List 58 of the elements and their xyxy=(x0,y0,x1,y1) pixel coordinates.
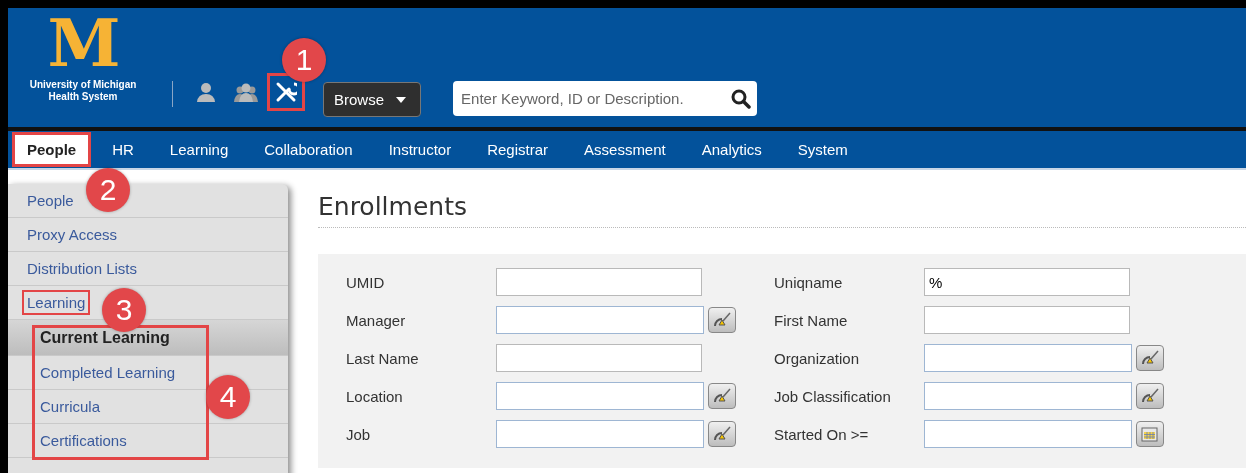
nav-tab[interactable]: Instructor xyxy=(373,132,467,167)
nav-tab[interactable]: Collaboration xyxy=(249,132,368,167)
person-icon[interactable] xyxy=(196,82,216,102)
field-label: Organization xyxy=(774,349,861,367)
text-field[interactable] xyxy=(496,420,704,448)
nav-tab[interactable]: Analytics xyxy=(686,132,777,167)
field-label: Job xyxy=(346,425,372,443)
sidebar-sublink[interactable]: Curricula xyxy=(35,394,105,419)
nav-tab[interactable]: Registrar xyxy=(472,132,564,167)
lookup-icon xyxy=(712,425,732,443)
lookup-button[interactable] xyxy=(708,383,736,409)
calendar-icon xyxy=(1140,425,1160,443)
field-label: Started On >= xyxy=(774,425,870,443)
nav-tab[interactable]: Learning xyxy=(154,132,244,167)
lookup-icon xyxy=(712,387,732,405)
text-field[interactable]: % xyxy=(924,268,1130,296)
field-label: Last Name xyxy=(346,349,420,367)
sidebar-sublink[interactable]: Certifications xyxy=(35,428,132,453)
lookup-button[interactable] xyxy=(708,307,736,333)
text-field[interactable] xyxy=(496,306,704,334)
tools-icon[interactable] xyxy=(275,81,297,103)
field-label: Job Classification xyxy=(774,387,892,405)
sidebar-link[interactable]: Distribution Lists xyxy=(22,256,143,281)
search-bar[interactable]: Enter Keyword, ID or Description. xyxy=(453,81,758,116)
lookup-button[interactable] xyxy=(708,421,736,447)
date-field[interactable] xyxy=(924,420,1132,448)
field-label: UMID xyxy=(346,273,386,291)
field-label: Uniqname xyxy=(774,273,844,291)
field-label: Location xyxy=(346,387,404,405)
logo-text: University of Michigan Health System xyxy=(29,79,137,103)
text-field[interactable] xyxy=(924,382,1132,410)
search-icon[interactable] xyxy=(731,88,752,109)
browse-button[interactable]: Browse xyxy=(323,82,422,117)
sidebar-link[interactable]: Learning xyxy=(22,290,91,315)
field-label: Manager xyxy=(346,311,407,329)
nav-tab[interactable]: People xyxy=(12,132,92,167)
lookup-button[interactable] xyxy=(1136,345,1164,371)
text-field[interactable] xyxy=(924,344,1132,372)
text-field[interactable] xyxy=(496,268,702,296)
group-icon[interactable] xyxy=(234,82,258,102)
page-title: Enrollments xyxy=(318,192,1246,228)
sidebar-sublink[interactable]: Completed Learning xyxy=(35,360,181,385)
text-field[interactable] xyxy=(496,344,702,372)
nav-tab[interactable]: System xyxy=(782,132,863,167)
sidebar-link[interactable]: People xyxy=(22,188,79,213)
lookup-icon xyxy=(1140,349,1160,367)
nav-tab[interactable]: Assessment xyxy=(569,132,681,167)
sidebar-link[interactable]: Proxy Access xyxy=(22,222,123,247)
lookup-button[interactable] xyxy=(1136,383,1164,409)
caret-icon xyxy=(396,96,407,103)
nav-tab[interactable]: HR xyxy=(97,132,149,167)
field-label: First Name xyxy=(774,311,849,329)
lookup-icon xyxy=(1140,387,1160,405)
text-field[interactable] xyxy=(496,382,704,410)
calendar-button[interactable] xyxy=(1136,421,1164,447)
text-field[interactable] xyxy=(924,306,1130,334)
logo-letter: M xyxy=(47,13,119,73)
lookup-icon xyxy=(712,311,732,329)
